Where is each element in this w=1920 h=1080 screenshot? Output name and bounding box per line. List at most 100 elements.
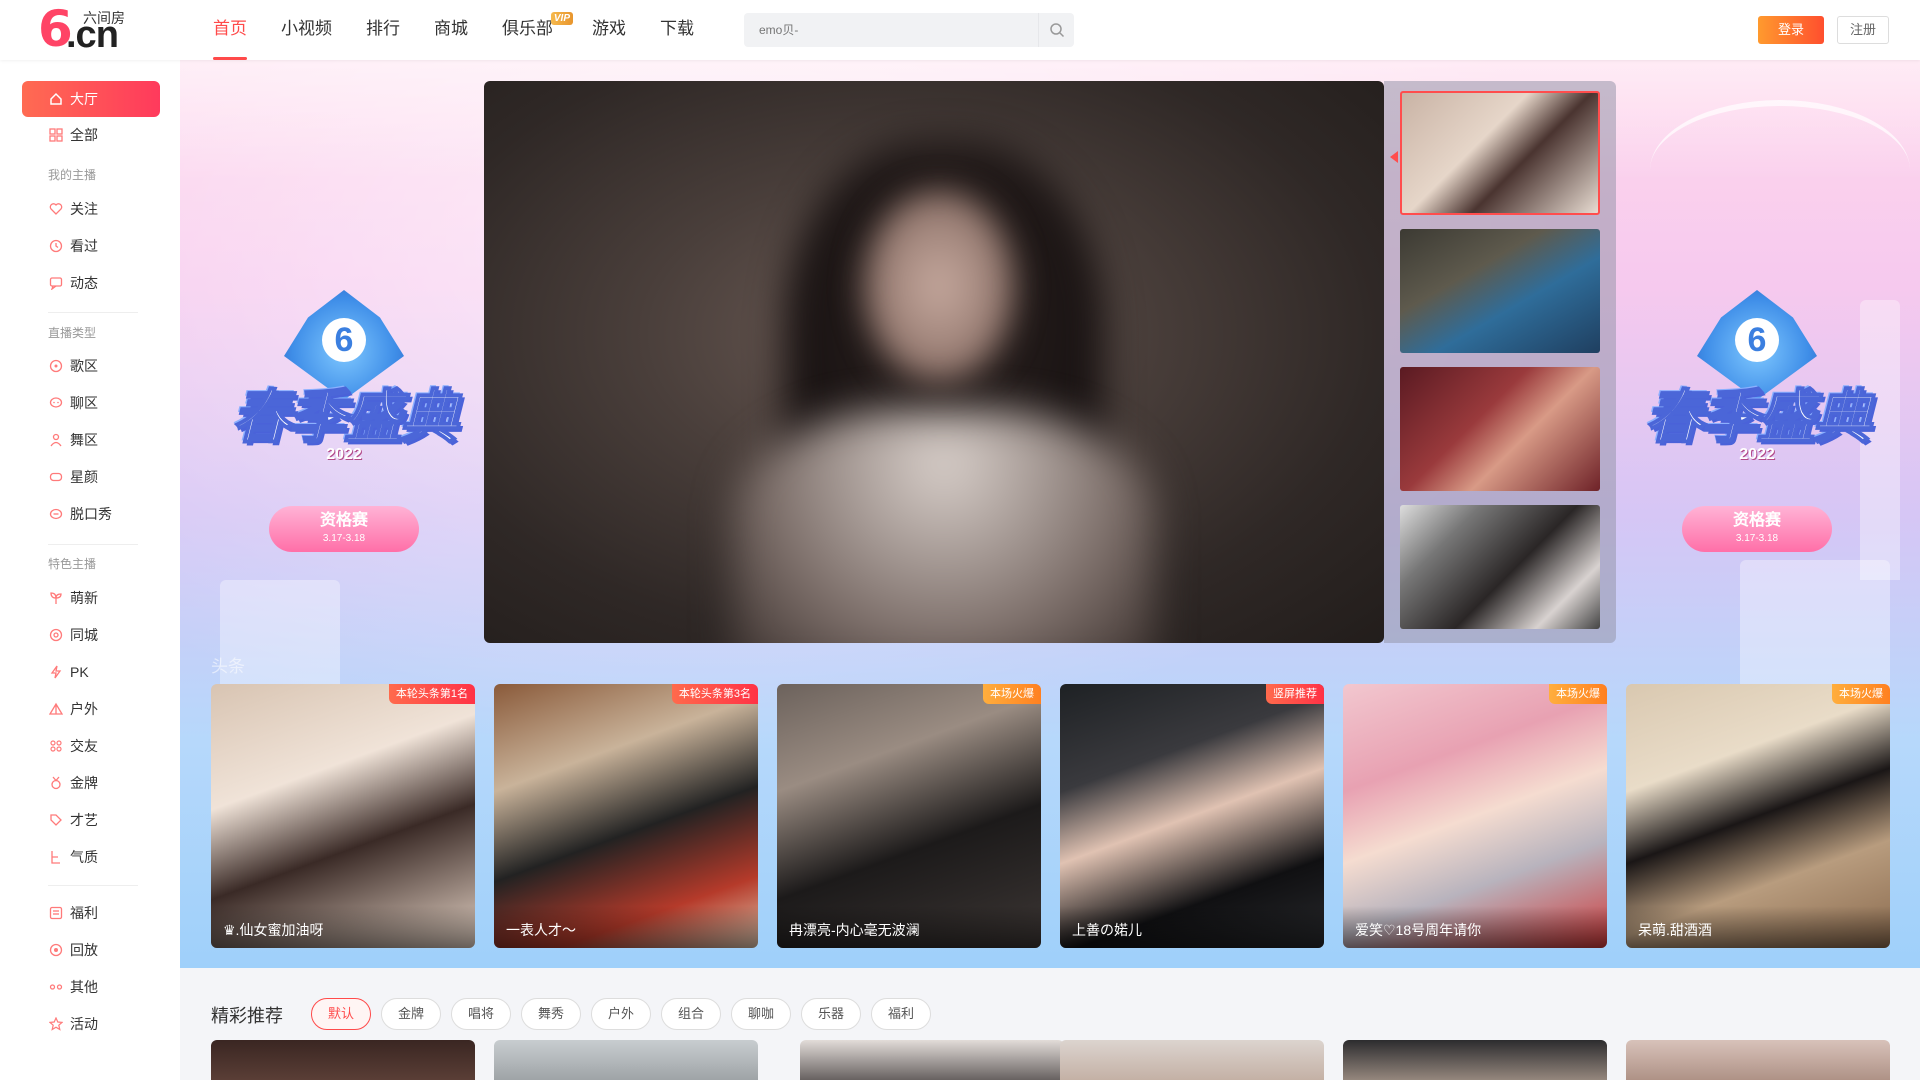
sidebar-item-replay[interactable]: 回放 xyxy=(22,932,160,968)
event-stage: 资格赛 xyxy=(1732,512,1781,529)
sidebar-item-label: 看过 xyxy=(70,238,98,254)
sidebar-item-singing[interactable]: 歌区 xyxy=(22,348,160,384)
feature-anchors-title: 特色主播 xyxy=(48,557,97,571)
sidebar-item-temperament[interactable]: 气质 xyxy=(22,839,160,875)
sidebar-item-friends[interactable]: 交友 xyxy=(22,728,160,764)
nav-download[interactable]: 下载 xyxy=(643,0,711,60)
filter-chat[interactable]: 聊咖 xyxy=(731,998,792,1030)
sidebar-item-all[interactable]: 全部 xyxy=(22,117,160,153)
stream-thumbnail[interactable] xyxy=(1400,367,1600,491)
headline-card[interactable]: 本轮头条第3名 一表人才～ xyxy=(494,684,758,948)
nav-ranking-label: 排行 xyxy=(366,19,400,38)
recommend-card[interactable] xyxy=(800,1040,1064,1080)
sidebar-item-gold[interactable]: 金牌 xyxy=(22,765,160,801)
recommend-card[interactable] xyxy=(1343,1040,1607,1080)
filter-welfare[interactable]: 福利 xyxy=(871,998,932,1030)
filter-group[interactable]: 组合 xyxy=(661,998,722,1030)
sidebar-item-talkshow[interactable]: 脱口秀 xyxy=(22,496,160,532)
site-logo[interactable]: 6 .cn 六间房 xyxy=(38,4,138,54)
headline-card[interactable]: 本场火爆 爱笑♡18号周年请你 xyxy=(1343,684,1607,948)
headline-card[interactable]: 本轮头条第1名 ♛.仙女蜜加油呀 xyxy=(211,684,475,948)
sidebar-item-label: 才艺 xyxy=(70,812,98,828)
nav-home[interactable]: 首页 xyxy=(196,0,264,60)
recommend-card[interactable] xyxy=(211,1040,475,1080)
sidebar-item-outdoor[interactable]: 户外 xyxy=(22,691,160,727)
sidebar-item-pk[interactable]: PK xyxy=(22,654,160,690)
stream-thumbnail[interactable] xyxy=(1400,91,1600,215)
sidebar-item-other[interactable]: 其他 xyxy=(22,969,160,1005)
card-tag: 本场火爆 xyxy=(1832,684,1890,704)
card-tag: 竖屏推荐 xyxy=(1266,684,1324,704)
event-badge-left[interactable]: 6 春季盛典 2022 资格赛 3.17-3.18 xyxy=(214,290,474,570)
filter-outdoor[interactable]: 户外 xyxy=(591,998,652,1030)
video-figure-face xyxy=(864,191,1014,381)
sidebar-item-hall[interactable]: 大厅 xyxy=(22,81,160,117)
sidebar-item-dynamics[interactable]: 动态 xyxy=(22,265,160,301)
stream-thumbnail[interactable] xyxy=(1400,505,1600,629)
sidebar-item-label: 全部 xyxy=(70,127,98,143)
sidebar-item-chat[interactable]: 聊区 xyxy=(22,385,160,421)
nav-download-label: 下载 xyxy=(660,19,694,38)
nav-games[interactable]: 游戏 xyxy=(575,0,643,60)
friends-icon xyxy=(49,739,63,753)
nav-ranking[interactable]: 排行 xyxy=(349,0,417,60)
sidebar-item-history[interactable]: 看过 xyxy=(22,228,160,264)
nav-short-video-label: 小视频 xyxy=(281,19,332,38)
nav-mall[interactable]: 商城 xyxy=(417,0,485,60)
recommend-card[interactable] xyxy=(1060,1040,1324,1080)
outdoor-icon xyxy=(49,702,63,716)
login-button[interactable]: 登录 xyxy=(1758,16,1824,44)
sidebar-item-label: 动态 xyxy=(70,275,98,291)
event-stage: 资格赛 xyxy=(319,512,368,529)
recommend-title: 精彩推荐 xyxy=(211,1006,283,1026)
search-button[interactable] xyxy=(1038,13,1074,47)
event-year: 2022 xyxy=(326,446,362,463)
event-stage-button[interactable]: 资格赛 3.17-3.18 xyxy=(1682,506,1832,552)
sidebar-item-star-face[interactable]: 星颜 xyxy=(22,459,160,495)
sidebar-item-events[interactable]: 活动 xyxy=(22,1006,160,1042)
filter-default[interactable]: 默认 xyxy=(311,998,372,1030)
mask-icon xyxy=(49,470,63,484)
event-badge-right[interactable]: 6 春季盛典 2022 资格赛 3.17-3.18 xyxy=(1627,290,1887,570)
sidebar-item-newbie[interactable]: 萌新 xyxy=(22,580,160,616)
filter-gold[interactable]: 金牌 xyxy=(381,998,442,1030)
headline-card[interactable]: 本场火爆 冉漂亮-内心毫无波澜 xyxy=(777,684,1041,948)
left-sidebar: 大厅 全部 我的主播 关注 看过 动态 直播类型 歌区 聊区 舞区 星颜 脱口秀… xyxy=(0,60,180,1080)
active-thumb-arrow xyxy=(1390,151,1398,163)
sidebar-item-follow[interactable]: 关注 xyxy=(22,191,160,227)
chat-icon xyxy=(49,396,63,410)
nav-club-label: 俱乐部 xyxy=(502,19,553,38)
heart-icon xyxy=(49,202,63,216)
sidebar-item-dance[interactable]: 舞区 xyxy=(22,422,160,458)
search-input[interactable] xyxy=(744,13,1040,47)
recommend-card[interactable] xyxy=(494,1040,758,1080)
sidebar-item-label: PK xyxy=(70,664,89,680)
nav-short-video[interactable]: 小视频 xyxy=(264,0,349,60)
grid-icon xyxy=(49,128,63,142)
headline-card[interactable]: 竖屏推荐 上善の婼儿 xyxy=(1060,684,1324,948)
headline-card[interactable]: 本场火爆 呆萌.甜酒酒 xyxy=(1626,684,1890,948)
register-button[interactable]: 注册 xyxy=(1837,16,1889,44)
logo-name: 六间房 xyxy=(83,10,125,26)
card-anchor-name: 冉漂亮-内心毫无波澜 xyxy=(789,922,920,938)
home-icon xyxy=(49,92,63,106)
stream-thumbnail[interactable] xyxy=(1400,229,1600,353)
event-stage-button[interactable]: 资格赛 3.17-3.18 xyxy=(269,506,419,552)
sidebar-item-label: 歌区 xyxy=(70,358,98,374)
sidebar-item-label: 聊区 xyxy=(70,395,98,411)
search-icon xyxy=(1049,23,1064,38)
headline-section-label: 头条 xyxy=(211,657,245,676)
sidebar-item-same-city[interactable]: 同城 xyxy=(22,617,160,653)
live-video-player[interactable] xyxy=(484,81,1384,643)
filter-dance[interactable]: 舞秀 xyxy=(521,998,582,1030)
sidebar-item-welfare[interactable]: 福利 xyxy=(22,895,160,931)
clock-icon xyxy=(49,239,63,253)
message-icon xyxy=(49,276,63,290)
recommend-card[interactable] xyxy=(1626,1040,1890,1080)
filter-singer[interactable]: 唱将 xyxy=(451,998,512,1030)
sidebar-item-label: 同城 xyxy=(70,627,98,643)
filter-instrument[interactable]: 乐器 xyxy=(801,998,862,1030)
nav-club[interactable]: 俱乐部 VIP xyxy=(485,0,575,60)
sidebar-item-label: 金牌 xyxy=(70,775,98,791)
sidebar-item-talent[interactable]: 才艺 xyxy=(22,802,160,838)
